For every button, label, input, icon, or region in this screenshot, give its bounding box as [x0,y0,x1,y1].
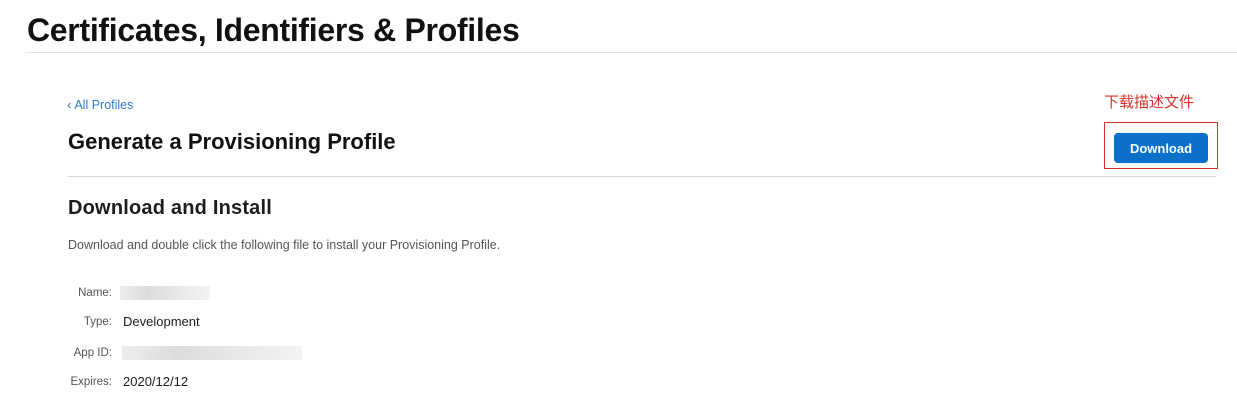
app-id-label: App ID: [73,347,112,359]
annotation-label: 下载描述文件 [1104,93,1195,111]
header-divider [25,52,1237,53]
detail-row-expires: Expires: 2020/12/12 [0,372,400,392]
name-label: Name: [78,287,112,299]
install-instructions: Download and double click the following … [68,238,501,252]
detail-row-type: Type: Development [0,312,400,332]
page-title: Generate a Provisioning Profile [68,129,396,154]
type-value: Development [123,314,200,329]
expires-value: 2020/12/12 [123,374,189,389]
section-divider [68,176,1216,177]
expires-label: Expires: [70,376,112,388]
page-header-title: Certificates, Identifiers & Profiles [27,12,520,48]
detail-row-name: Name: [0,283,400,303]
back-link-label: All Profiles [74,98,134,112]
chevron-left-icon: ‹ [67,97,72,112]
detail-row-app-id: App ID: [0,343,400,363]
type-label: Type: [83,316,112,328]
app-id-value-redacted [122,346,302,360]
all-profiles-link[interactable]: ‹ All Profiles [67,97,133,112]
download-button[interactable]: Download [1114,133,1208,163]
page: Certificates, Identifiers & Profiles ‹ Al… [0,0,1237,401]
name-value-redacted [120,286,210,300]
download-install-heading: Download and Install [68,197,273,219]
